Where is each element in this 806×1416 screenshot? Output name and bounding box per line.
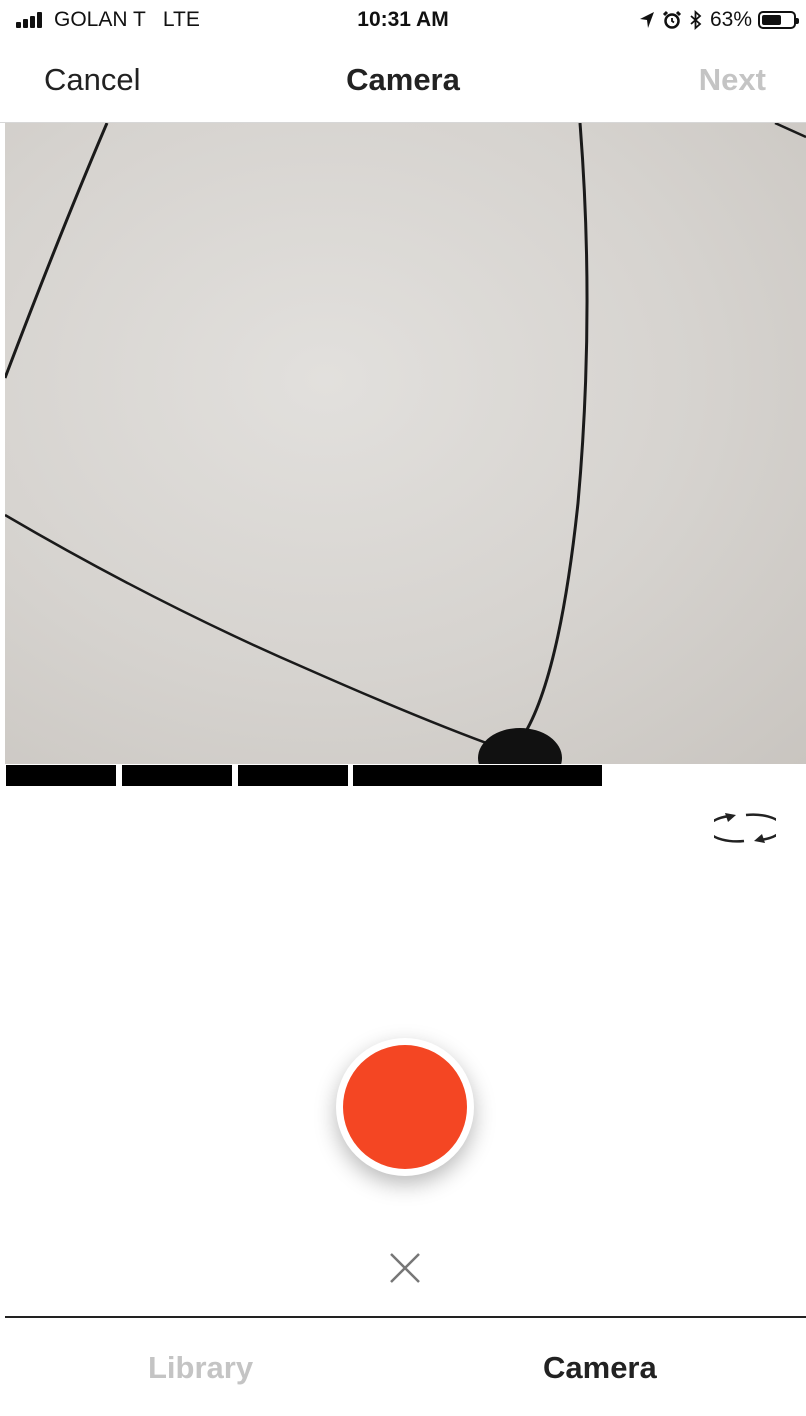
recording-segment <box>122 765 232 786</box>
close-icon <box>390 1253 420 1283</box>
battery-percent: 63% <box>709 8 752 31</box>
discard-button[interactable] <box>387 1250 423 1286</box>
camera-scene <box>5 123 806 764</box>
status-bar: GOLAN T LTE 10:31 AM 63% <box>0 0 806 40</box>
recording-segment <box>238 765 348 786</box>
recording-segment <box>6 765 116 786</box>
alarm-icon <box>662 10 682 30</box>
nav-bar: Cancel Camera Next <box>0 44 806 123</box>
camera-flip-icon <box>706 813 784 843</box>
tab-camera[interactable]: Camera <box>543 1350 657 1386</box>
tab-library[interactable]: Library <box>148 1350 253 1386</box>
camera-flip-button[interactable] <box>706 807 784 849</box>
record-button-core <box>343 1045 467 1169</box>
recording-progress <box>6 765 806 786</box>
page-title: Camera <box>346 62 460 97</box>
location-arrow-icon <box>639 11 655 29</box>
battery-level <box>762 15 781 25</box>
tab-bar: Library Camera <box>5 1316 806 1416</box>
status-indicators: 63% <box>639 8 799 32</box>
record-button[interactable] <box>336 1038 474 1176</box>
bluetooth-icon <box>689 10 703 30</box>
battery-icon <box>758 11 799 29</box>
next-button[interactable]: Next <box>699 62 766 98</box>
recording-segment <box>353 765 602 786</box>
camera-preview[interactable] <box>5 123 806 764</box>
